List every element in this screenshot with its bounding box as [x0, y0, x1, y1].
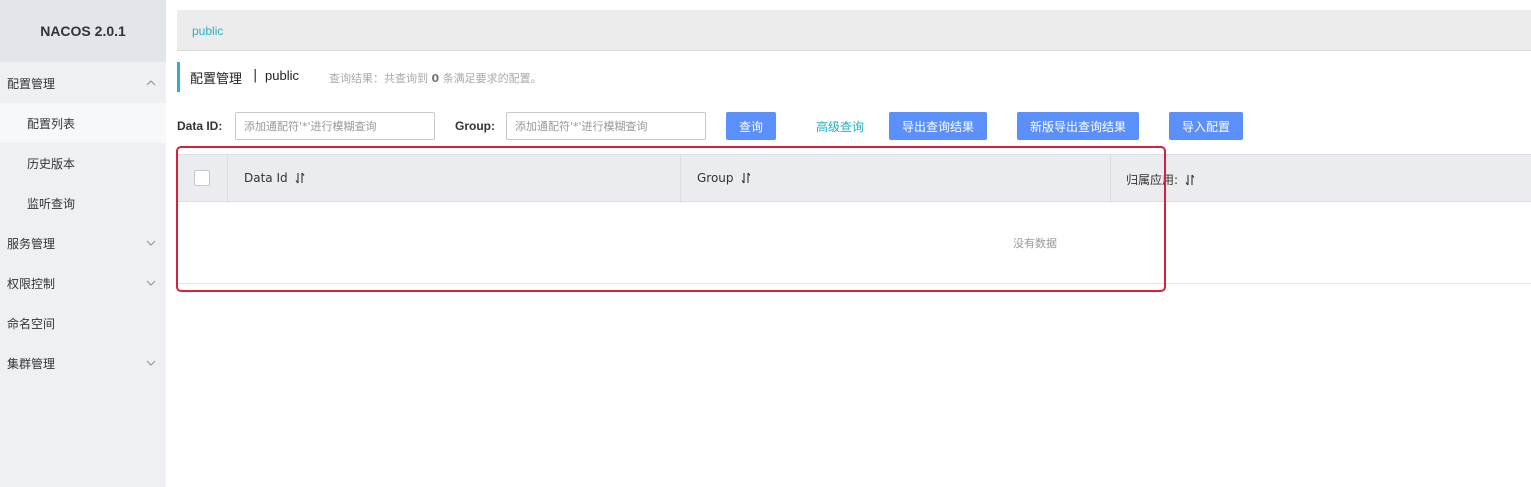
sidebar: NACOS 2.0.1 配置管理 配置列表 历史版本 监听查询 服务管理 权限控… [0, 0, 166, 487]
table-empty-row: 没有数据 [177, 202, 1531, 284]
sidebar-item-listener-query[interactable]: 监听查询 [0, 183, 166, 223]
sidebar-item-permission-control[interactable]: 权限控制 [0, 263, 166, 303]
sidebar-item-label: 配置管理 [7, 76, 56, 91]
column-divider [227, 155, 228, 203]
chevron-up-icon [146, 80, 156, 86]
sort-icon[interactable] [1184, 174, 1196, 186]
sidebar-item-label: 配置列表 [27, 116, 76, 131]
advanced-query-link[interactable]: 高级查询 [816, 118, 864, 135]
chevron-down-icon [146, 360, 156, 366]
column-header-dataid[interactable]: Data Id [244, 171, 306, 185]
dataid-input[interactable]: 添加通配符'*'进行模糊查询 [235, 112, 435, 140]
namespace-bar: public [177, 10, 1531, 51]
title-separator: | [253, 68, 258, 83]
sidebar-item-config-list[interactable]: 配置列表 [0, 103, 166, 143]
brand-logo: NACOS 2.0.1 [0, 0, 166, 62]
column-header-app[interactable]: 归属应用: [1126, 171, 1196, 188]
sidebar-item-history[interactable]: 历史版本 [0, 143, 166, 183]
page-title: 配置管理 [190, 72, 243, 87]
group-input[interactable]: 添加通配符'*'进行模糊查询 [506, 112, 706, 140]
sidebar-item-config-management[interactable]: 配置管理 [0, 63, 166, 103]
chevron-down-icon [146, 280, 156, 286]
page-namespace: public [265, 68, 299, 83]
sidebar-item-label: 服务管理 [7, 236, 56, 251]
table-header: Data Id Group 归属应用: [177, 154, 1531, 203]
sort-icon[interactable] [740, 172, 752, 184]
title-accent-bar [177, 62, 180, 92]
sidebar-item-label: 历史版本 [27, 156, 76, 171]
sort-icon[interactable] [294, 172, 306, 184]
namespace-link-public[interactable]: public [192, 24, 223, 38]
column-header-group[interactable]: Group [697, 171, 752, 185]
select-all-checkbox[interactable] [194, 170, 210, 186]
sidebar-item-label: 命名空间 [7, 316, 56, 331]
import-button[interactable]: 导入配置 [1169, 112, 1243, 140]
sidebar-item-service-management[interactable]: 服务管理 [0, 223, 166, 263]
group-label: Group: [455, 119, 495, 133]
sidebar-item-label: 权限控制 [7, 276, 56, 291]
sidebar-item-cluster-management[interactable]: 集群管理 [0, 343, 166, 383]
column-divider [680, 155, 681, 203]
sidebar-item-label: 监听查询 [27, 196, 76, 211]
chevron-down-icon [146, 240, 156, 246]
sidebar-item-label: 集群管理 [7, 356, 56, 371]
query-result-text: 查询结果：共查询到 0 条满足要求的配置。 [329, 72, 542, 85]
column-divider [1110, 155, 1111, 203]
sidebar-item-namespace[interactable]: 命名空间 [0, 303, 166, 343]
export-new-button[interactable]: 新版导出查询结果 [1017, 112, 1139, 140]
query-button[interactable]: 查询 [726, 112, 776, 140]
result-count: 0 [431, 72, 440, 85]
export-button[interactable]: 导出查询结果 [889, 112, 987, 140]
dataid-label: Data ID: [177, 119, 223, 133]
empty-text: 没有数据 [1013, 237, 1057, 250]
